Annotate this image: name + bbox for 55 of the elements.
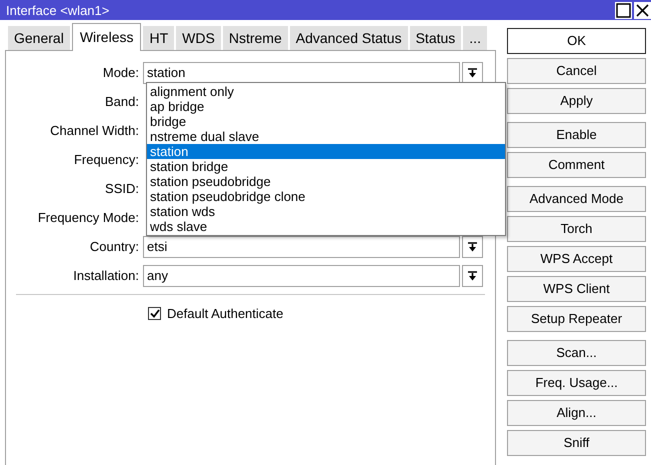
close-icon[interactable]: [634, 2, 651, 18]
tab[interactable]: WDS: [176, 26, 221, 50]
dropdown-option[interactable]: station pseudobridge clone: [147, 189, 505, 204]
checkbox-label: Default Authenticate: [167, 305, 284, 323]
window-title: Interface <wlan1>: [5, 4, 110, 16]
checkbox[interactable]: [148, 307, 161, 320]
tab[interactable]: HT: [143, 26, 174, 50]
maximize-icon[interactable]: [615, 2, 632, 18]
button[interactable]: Freq. Usage...: [507, 370, 646, 396]
field-label: Mode:: [102, 64, 140, 82]
field-label: Country:: [88, 238, 140, 256]
field-label: Frequency:: [72, 151, 140, 170]
button[interactable]: Enable: [507, 122, 646, 148]
select-field[interactable]: any: [143, 265, 460, 287]
tab[interactable]: General: [8, 26, 70, 50]
button[interactable]: Cancel: [507, 58, 646, 84]
tab[interactable]: Wireless: [72, 23, 142, 51]
dropdown-option[interactable]: alignment only: [147, 84, 505, 99]
button[interactable]: Scan...: [507, 340, 646, 366]
dropdown-option[interactable]: station: [147, 144, 505, 159]
dropdown-button[interactable]: [462, 265, 483, 287]
field-label: Installation:: [72, 267, 140, 286]
tab[interactable]: Nstreme: [222, 26, 288, 50]
dropdown-option[interactable]: bridge: [147, 114, 505, 129]
button[interactable]: OK: [507, 28, 646, 54]
button[interactable]: WPS Client: [507, 276, 646, 302]
dropdown-option[interactable]: station pseudobridge: [147, 174, 505, 189]
dropdown-option[interactable]: station wds: [147, 204, 505, 219]
tab[interactable]: Status: [410, 26, 462, 50]
check-icon: [150, 309, 160, 318]
field-label: Frequency Mode:: [36, 209, 140, 228]
down-arrow-icon: [468, 68, 477, 78]
button[interactable]: Apply: [507, 88, 646, 114]
button[interactable]: Align...: [507, 400, 646, 426]
dropdown-button[interactable]: [462, 62, 483, 84]
dropdown-option[interactable]: ap bridge: [147, 99, 505, 114]
dropdown-button[interactable]: [462, 236, 483, 258]
button[interactable]: Torch: [507, 216, 646, 242]
field-label: Band:: [104, 93, 140, 112]
tab[interactable]: Advanced Status: [290, 26, 408, 50]
dropdown-option[interactable]: nstreme dual slave: [147, 129, 505, 144]
button[interactable]: Sniff: [507, 430, 646, 456]
dropdown-option[interactable]: wds slave: [147, 219, 505, 234]
select-field[interactable]: etsi: [143, 236, 460, 258]
field-label: SSID:: [104, 180, 140, 198]
down-arrow-icon: [468, 242, 477, 252]
dropdown-option[interactable]: station bridge: [147, 159, 505, 174]
tab[interactable]: ...: [463, 26, 487, 50]
button[interactable]: WPS Accept: [507, 246, 646, 272]
button[interactable]: Setup Repeater: [507, 306, 646, 332]
down-arrow-icon: [468, 271, 477, 281]
field-label: Channel Width:: [49, 122, 140, 140]
select-field[interactable]: station: [143, 62, 460, 84]
button[interactable]: Advanced Mode: [507, 186, 646, 212]
button[interactable]: Comment: [507, 152, 646, 178]
